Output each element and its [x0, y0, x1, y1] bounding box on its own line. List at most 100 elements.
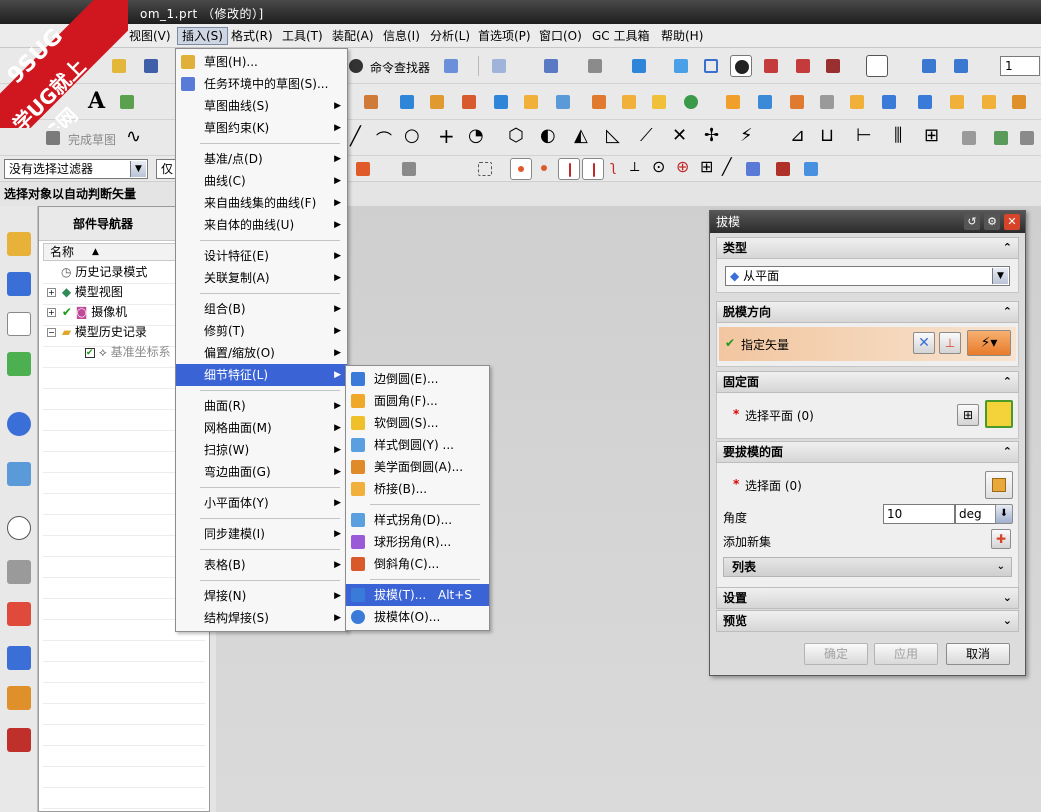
menu-item-sketch[interactable]: 草图(H)...	[176, 51, 347, 73]
tube-icon[interactable]	[722, 91, 744, 113]
menu-item-spherical-corner[interactable]: 球形拐角(R)...	[346, 531, 489, 553]
chevron-down-icon[interactable]: ▼	[992, 268, 1008, 284]
menu-item-edge-blend[interactable]: 边倒圆(E)...	[346, 368, 489, 390]
menu-item-aesthetic-face-blend[interactable]: 美学面倒圆(A)...	[346, 456, 489, 478]
layer-icon[interactable]	[440, 55, 462, 77]
filter-solid-icon[interactable]	[800, 158, 822, 180]
inferred-vector-icon[interactable]: ⚡▾	[967, 330, 1011, 356]
fillet-icon[interactable]: ◔	[468, 125, 484, 146]
collapse-icon[interactable]: −	[47, 328, 56, 337]
nav-row-model-history[interactable]: − ▰ 模型历史记录	[47, 322, 147, 342]
history-icon[interactable]	[7, 516, 31, 540]
offset-face-icon[interactable]	[648, 91, 670, 113]
chevron-up-icon[interactable]: ⌃	[1003, 372, 1012, 392]
parallel-dimension-icon[interactable]: ⫼	[894, 125, 902, 146]
menu-item-curve-from-bodies[interactable]: 来自体的曲线(U) ▶	[176, 214, 347, 236]
menu-item-surface[interactable]: 曲面(R) ▶	[176, 395, 347, 417]
menu-item-draft-body[interactable]: 拔模体(O)...	[346, 606, 489, 628]
inferred-dimension-icon[interactable]: ⊿	[790, 125, 805, 146]
plane-constructor-icon[interactable]: ⊞	[957, 404, 979, 426]
menu-item-flange-surface[interactable]: 弯边曲面(G) ▶	[176, 461, 347, 483]
wireframe-cube-icon[interactable]	[700, 55, 722, 77]
draft-toolbar-icon[interactable]	[1008, 91, 1030, 113]
menu-insert[interactable]: 插入(S)	[177, 27, 228, 45]
constraint-navigator-icon[interactable]	[7, 272, 31, 296]
section-settings[interactable]: 设置 ⌄	[716, 587, 1019, 609]
constraints-icon[interactable]: ⚡	[740, 125, 753, 146]
point-icon[interactable]	[680, 91, 702, 113]
add-new-set-icon[interactable]: ✚	[991, 529, 1011, 549]
section-view-icon[interactable]	[760, 55, 782, 77]
nav-row-model-views[interactable]: + ◆ 模型视图	[47, 282, 123, 302]
reattach-icon[interactable]	[990, 127, 1012, 149]
rotate-icon[interactable]	[584, 55, 606, 77]
manufacturing-wizards-icon[interactable]	[7, 602, 31, 626]
menu-item-weld[interactable]: 焊接(N) ▶	[176, 585, 347, 607]
circle-icon[interactable]: ○	[404, 125, 420, 146]
chevron-down-icon[interactable]: ⌄	[997, 558, 1005, 576]
sew-icon[interactable]	[914, 91, 936, 113]
chevron-up-icon[interactable]: ⌃	[1003, 302, 1012, 322]
chamfer-icon[interactable]	[978, 91, 1000, 113]
menu-item-face-blend[interactable]: 面圆角(F)...	[346, 390, 489, 412]
point-on-curve-icon[interactable]: ╱	[722, 157, 732, 176]
menu-item-bridge[interactable]: 桥接(B)...	[346, 478, 489, 500]
chevron-down-icon[interactable]: ⌄	[1003, 611, 1012, 631]
menu-item-table[interactable]: 表格(B) ▶	[176, 554, 347, 576]
select-face-icon[interactable]	[985, 471, 1013, 499]
system-scenes-icon[interactable]	[7, 686, 31, 710]
ok-button[interactable]: 确定	[804, 643, 868, 665]
menu-help[interactable]: 帮助(H)	[657, 27, 707, 45]
cancel-button[interactable]: 取消	[946, 643, 1010, 665]
point-on-face-icon[interactable]	[742, 158, 764, 180]
rectangle-select-icon[interactable]	[474, 158, 496, 180]
menu-view[interactable]: 视图(V)	[125, 27, 175, 45]
expand-icon[interactable]: +	[47, 288, 56, 297]
line-icon[interactable]: ╱	[350, 126, 361, 147]
menu-item-datum-point[interactable]: 基准/点(D) ▶	[176, 148, 347, 170]
menu-preferences[interactable]: 首选项(P)	[474, 27, 535, 45]
background-icon[interactable]	[866, 55, 888, 77]
control-point-icon[interactable]: ⟂	[630, 159, 639, 175]
block-icon[interactable]	[426, 91, 448, 113]
menu-item-chamfer[interactable]: 倒斜角(C)...	[346, 553, 489, 575]
horizontal-dimension-icon[interactable]: ⊔	[820, 125, 834, 146]
mid-point-icon[interactable]	[558, 158, 580, 180]
menu-gc-toolbox[interactable]: GC 工具箱	[588, 27, 654, 45]
pattern-icon[interactable]	[588, 91, 610, 113]
nav-row-history-mode[interactable]: ◷ 历史记录模式	[61, 262, 147, 282]
arc-center-icon[interactable]: ⊙	[652, 157, 665, 176]
reverse-direction-icon[interactable]: ✕	[913, 332, 935, 354]
menu-item-sketch-in-task[interactable]: 任务环境中的草图(S)...	[176, 73, 347, 95]
system-materials-icon[interactable]	[7, 728, 31, 752]
point-sketch-icon[interactable]: +	[438, 124, 455, 148]
select-body-icon[interactable]	[398, 158, 420, 180]
snap-point-icon[interactable]	[352, 158, 374, 180]
checkbox-checked-icon[interactable]: ✔	[85, 347, 95, 358]
command-finder-icon[interactable]	[345, 55, 367, 77]
make-corner-icon[interactable]: ✢	[704, 125, 719, 146]
polygon-icon[interactable]: ⬡	[508, 125, 524, 146]
section-faces-to-draft[interactable]: 要拔模的面 ⌃	[716, 441, 1019, 463]
menu-item-synchronous-modeling[interactable]: 同步建模(I) ▶	[176, 523, 347, 545]
curve-point-icon[interactable]: ʅ	[610, 159, 616, 175]
extrude-icon[interactable]	[360, 91, 382, 113]
center-point-icon[interactable]	[534, 158, 556, 180]
quadrant-point-icon[interactable]: ⊕	[676, 157, 689, 176]
chevron-down-icon[interactable]: ▼	[130, 161, 146, 177]
menu-item-styled-corner[interactable]: 样式拐角(D)...	[346, 509, 489, 531]
existing-point-icon[interactable]: ⊞	[700, 157, 713, 176]
menu-item-facet-body[interactable]: 小平面体(Y) ▶	[176, 492, 347, 514]
thicken-icon[interactable]	[786, 91, 808, 113]
select-cursor-icon[interactable]	[488, 55, 510, 77]
patch-icon[interactable]	[878, 91, 900, 113]
specify-vector-row[interactable]: ✔ 指定矢量 ✕ ⊥ ⚡▾	[719, 327, 1016, 361]
angle-menu-icon[interactable]: ⬇	[995, 504, 1013, 524]
type-filter-combo[interactable]: 没有选择过滤器 ▼	[4, 159, 148, 179]
chevron-up-icon[interactable]: ⌃	[1003, 442, 1012, 462]
filter-grid-icon[interactable]	[772, 158, 794, 180]
hd3d-tools-icon[interactable]	[7, 412, 31, 436]
menu-item-offset-scale[interactable]: 偏置/缩放(O) ▶	[176, 342, 347, 364]
offset-curve-icon[interactable]: ◭	[574, 125, 588, 146]
menu-item-curve[interactable]: 曲线(C) ▶	[176, 170, 347, 192]
